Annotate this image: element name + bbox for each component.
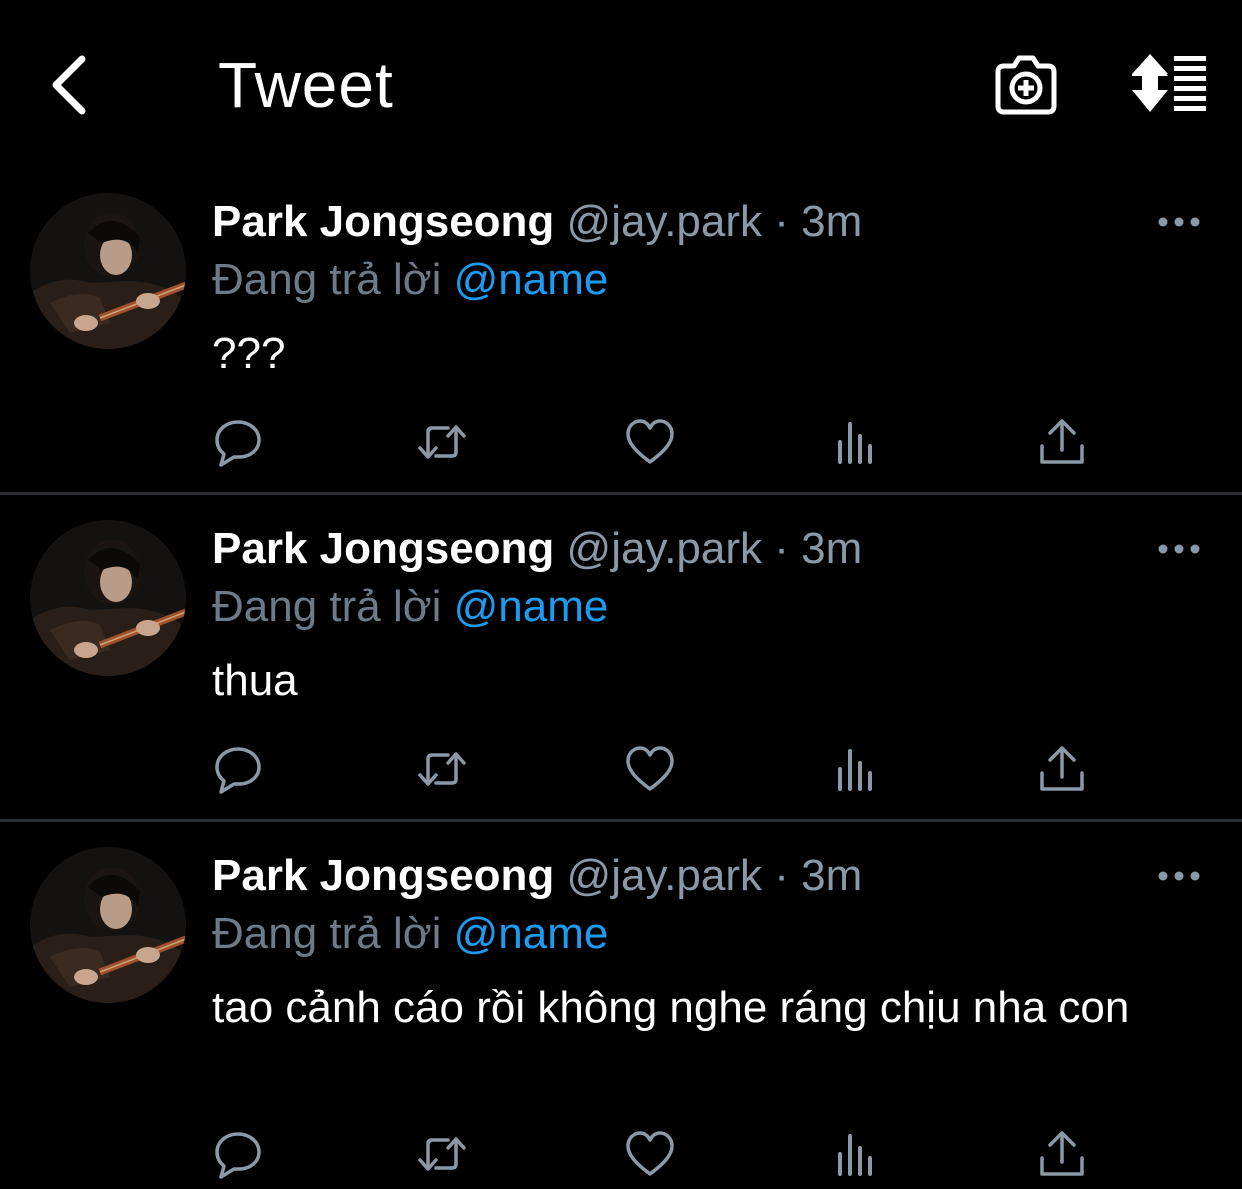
handle-time: @jay.park · 3m [566, 197, 863, 246]
more-icon [1158, 871, 1200, 881]
reply-button[interactable] [212, 1128, 264, 1180]
reply-icon [215, 1132, 261, 1179]
tweet-header: Park Jongseong @jay.park · 3m [212, 848, 862, 904]
share-icon [1040, 419, 1084, 464]
reply-context: Đang trả lời @name [212, 579, 608, 635]
reply-prefix: Đang trả lời [212, 582, 442, 631]
analytics-icon [838, 1134, 872, 1176]
tweet-text: ??? [212, 329, 286, 378]
reply-prefix: Đang trả lời [212, 255, 442, 304]
tweet-actions [0, 743, 1242, 803]
like-icon [626, 746, 674, 791]
retweet-button[interactable] [416, 743, 468, 795]
like-button[interactable] [624, 743, 676, 795]
tweet-header: Park Jongseong @jay.park · 3m [212, 521, 862, 577]
analytics-button[interactable] [830, 743, 882, 795]
reply-prefix: Đang trả lời [212, 909, 442, 958]
analytics-icon [838, 422, 872, 464]
handle-time: @jay.park · 3m [566, 851, 863, 900]
tweet-item[interactable]: Park Jongseong @jay.park · 3m Đang trả l… [0, 0, 1242, 494]
share-button[interactable] [1036, 1128, 1088, 1180]
like-icon [626, 419, 674, 464]
share-button[interactable] [1036, 416, 1088, 468]
retweet-button[interactable] [416, 416, 468, 468]
analytics-icon [838, 749, 872, 791]
more-icon [1158, 217, 1200, 227]
tweet-actions [0, 1128, 1242, 1188]
more-icon [1158, 544, 1200, 554]
retweet-icon [418, 1137, 466, 1171]
more-button[interactable] [1156, 866, 1202, 886]
like-button[interactable] [624, 1128, 676, 1180]
author-name[interactable]: Park Jongseong [212, 851, 554, 900]
avatar[interactable] [30, 193, 186, 349]
analytics-button[interactable] [830, 1128, 882, 1180]
reply-mention[interactable]: @name [454, 255, 609, 304]
author-name[interactable]: Park Jongseong [212, 197, 554, 246]
tweet-actions [0, 416, 1242, 476]
tweet-header: Park Jongseong @jay.park · 3m [212, 194, 862, 250]
tweet-text: thua [212, 656, 298, 705]
handle-time: @jay.park · 3m [566, 524, 863, 573]
more-button[interactable] [1156, 212, 1202, 232]
avatar[interactable] [30, 847, 186, 1003]
avatar-image [30, 520, 186, 676]
reply-icon [215, 420, 261, 467]
like-icon [626, 1131, 674, 1176]
reply-icon [215, 747, 261, 794]
avatar[interactable] [30, 520, 186, 676]
retweet-icon [418, 752, 466, 786]
author-name[interactable]: Park Jongseong [212, 524, 554, 573]
retweet-button[interactable] [416, 1128, 468, 1180]
reply-context: Đang trả lời @name [212, 906, 608, 962]
share-icon [1040, 746, 1084, 791]
reply-mention[interactable]: @name [454, 909, 609, 958]
tweet-item[interactable]: Park Jongseong @jay.park · 3m Đang trả l… [0, 495, 1242, 821]
share-icon [1040, 1131, 1084, 1176]
avatar-image [30, 193, 186, 349]
avatar-image [30, 847, 186, 1003]
like-button[interactable] [624, 416, 676, 468]
retweet-icon [418, 425, 466, 459]
reply-button[interactable] [212, 743, 264, 795]
reply-context: Đang trả lời @name [212, 252, 608, 308]
share-button[interactable] [1036, 743, 1088, 795]
more-button[interactable] [1156, 539, 1202, 559]
reply-mention[interactable]: @name [454, 582, 609, 631]
reply-button[interactable] [212, 416, 264, 468]
tweet-item[interactable]: Park Jongseong @jay.park · 3m Đang trả l… [0, 822, 1242, 1189]
analytics-button[interactable] [830, 416, 882, 468]
tweet-text: tao cảnh cáo rồi không nghe ráng chịu nh… [212, 983, 1130, 1032]
